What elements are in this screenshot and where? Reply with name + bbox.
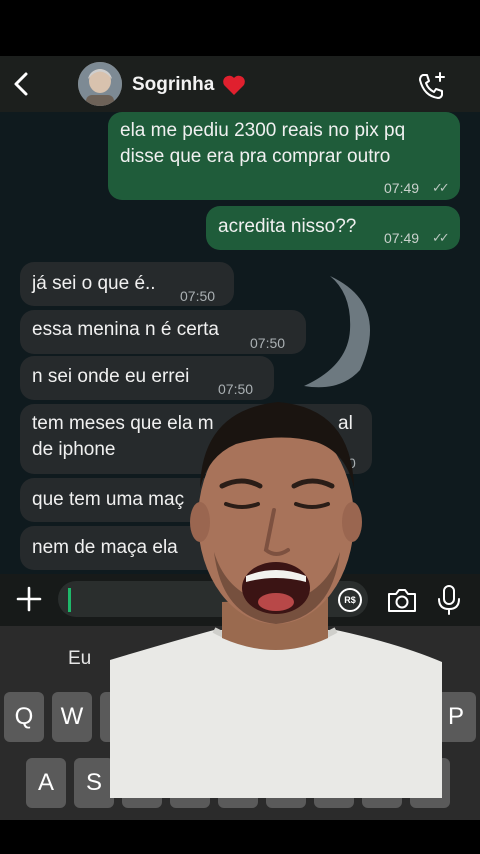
message-line: disse que era pra comprar outro — [120, 146, 391, 167]
message-line: acredita nisso?? — [218, 216, 357, 237]
suggestion-eu[interactable]: Eu — [68, 648, 91, 670]
message-line: essa menina n é certa — [32, 319, 219, 340]
key-q[interactable]: Q — [4, 692, 44, 742]
moon-wallpaper — [304, 276, 370, 388]
read-ticks-icon: ✓✓ — [432, 180, 450, 195]
message-bubble-outgoing[interactable]: ela me pediu 2300 reais no pix pq disse … — [108, 112, 460, 200]
message-line: de iphone — [32, 439, 116, 460]
read-ticks-icon: ✓✓ — [432, 230, 450, 245]
phone-add-icon[interactable] — [416, 70, 448, 102]
key-s[interactable]: S — [74, 758, 114, 808]
key-p[interactable]: P — [436, 692, 476, 742]
text-caret — [68, 588, 71, 612]
chevron-left-icon[interactable] — [8, 70, 36, 98]
message-time: 07:50 — [250, 335, 286, 351]
message-time: 07:50 — [180, 288, 216, 304]
message-line: ela me pediu 2300 reais no pix pq — [120, 120, 406, 141]
key-w[interactable]: W — [52, 692, 92, 742]
key-a[interactable]: A — [26, 758, 66, 808]
message-bubble-incoming[interactable]: essa menina n é certa 07:50 — [20, 310, 306, 354]
bottom-bar — [0, 820, 480, 854]
avatar[interactable] — [78, 62, 122, 106]
webcam-overlay-person — [110, 402, 442, 798]
message-time: 07:49 — [384, 230, 420, 246]
message-line: n sei onde eu errei — [32, 366, 190, 387]
message-bubble-outgoing[interactable]: acredita nisso?? 07:49 ✓✓ — [206, 206, 460, 250]
message-line: já sei o que é.. — [32, 273, 156, 294]
contact-name[interactable]: Sogrinha — [132, 74, 214, 96]
message-time: 07:49 — [384, 180, 420, 196]
plus-icon[interactable] — [14, 584, 44, 614]
red-heart-emoji — [223, 75, 245, 95]
message-bubble-incoming[interactable]: já sei o que é.. 07:50 — [20, 262, 234, 306]
screen: Sogrinha ela me pediu 2300 reais no pix … — [0, 0, 480, 854]
